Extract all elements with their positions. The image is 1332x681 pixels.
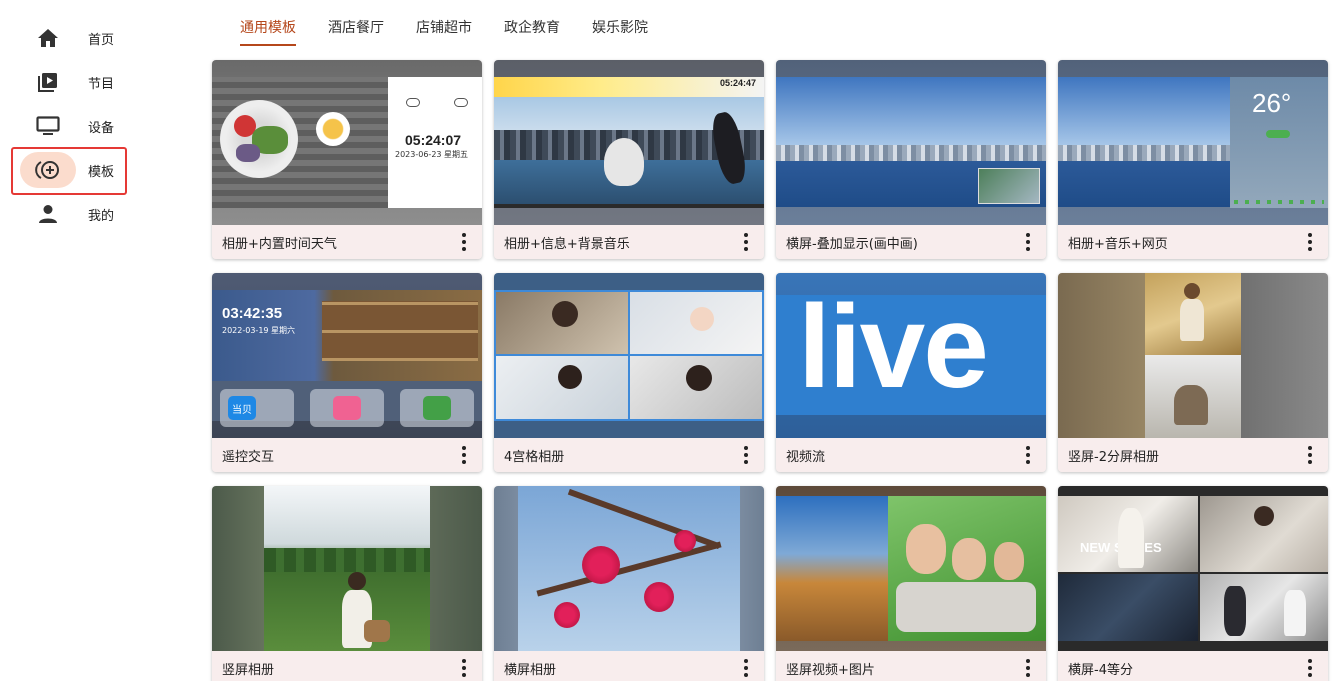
thumbnail-time: 03:42:35 [222, 305, 283, 322]
more-options-icon[interactable] [1020, 445, 1036, 465]
template-title: 横屏-4等分 [1068, 662, 1133, 678]
more-options-icon[interactable] [456, 445, 472, 465]
cloud-icon [406, 98, 420, 107]
template-title: 竖屏相册 [222, 662, 275, 678]
monitor-icon [20, 108, 76, 144]
sidebar-item-label: 模板 [88, 164, 115, 180]
template-title: 竖屏视频+图片 [786, 662, 875, 678]
sidebar-item-label: 节目 [88, 76, 115, 92]
template-card[interactable]: 横屏-叠加显示(画中画) [776, 60, 1046, 259]
template-card[interactable]: 05:24:07 2023-06-23 星期五 相册+内置时间天气 [212, 60, 482, 259]
template-card[interactable]: NEW SERIES 横屏-4等分 [1058, 486, 1328, 681]
template-thumbnail [494, 486, 764, 651]
template-title: 4宫格相册 [504, 449, 565, 465]
cloud-icon [454, 98, 468, 107]
more-options-icon[interactable] [1302, 232, 1318, 252]
template-card[interactable]: 05:24:47 相册+信息+背景音乐 [494, 60, 764, 259]
template-title: 遥控交互 [222, 449, 275, 465]
template-card[interactable]: 竖屏-2分屏相册 [1058, 273, 1328, 472]
tab-government-education[interactable]: 政企教育 [494, 0, 570, 54]
template-card[interactable]: live 视频流 [776, 273, 1046, 472]
more-options-icon[interactable] [738, 445, 754, 465]
more-options-icon[interactable] [738, 658, 754, 678]
template-thumbnail: 03:42:35 2022-03-19 星期六 当贝 [212, 273, 482, 438]
template-thumbnail: 05:24:07 2023-06-23 星期五 [212, 60, 482, 225]
sidebar-item-me[interactable]: 我的 [20, 196, 124, 232]
sidebar-item-programs[interactable]: 节目 [20, 64, 124, 100]
template-thumbnail [776, 486, 1046, 651]
app-tile-bilibili [310, 389, 384, 427]
app-tile-video [400, 389, 474, 427]
template-title: 横屏相册 [504, 662, 557, 678]
more-options-icon[interactable] [738, 232, 754, 252]
more-options-icon[interactable] [456, 658, 472, 678]
sidebar-item-home[interactable]: 首页 [20, 20, 124, 56]
more-options-icon[interactable] [1302, 658, 1318, 678]
more-options-icon[interactable] [1302, 445, 1318, 465]
template-grid: 05:24:07 2023-06-23 星期五 相册+内置时间天气 05:24:… [212, 60, 1330, 681]
sidebar-item-label: 首页 [88, 32, 115, 48]
template-card[interactable]: 竖屏相册 [212, 486, 482, 681]
tab-hotel-restaurant[interactable]: 酒店餐厅 [318, 0, 394, 54]
tab-store-supermarket[interactable]: 店铺超市 [406, 0, 482, 54]
template-thumbnail [776, 60, 1046, 225]
template-card[interactable]: 4宫格相册 [494, 273, 764, 472]
thumbnail-date: 2022-03-19 星期六 [222, 326, 296, 335]
template-thumbnail [212, 486, 482, 651]
person-icon [20, 196, 76, 232]
template-title: 相册+信息+背景音乐 [504, 236, 630, 252]
thumbnail-date: 2023-06-23 星期五 [395, 150, 469, 159]
template-thumbnail: 05:24:47 [494, 60, 764, 225]
template-card[interactable]: 26° 相册+音乐+网页 [1058, 60, 1328, 259]
category-tabs: 通用模板 酒店餐厅 店铺超市 政企教育 娱乐影院 [230, 0, 670, 56]
thumbnail-live-text: live [798, 281, 989, 413]
thumbnail-time: 05:24:07 [405, 132, 462, 148]
template-thumbnail: NEW SERIES [1058, 486, 1328, 651]
app-tile-dangbei: 当贝 [220, 389, 294, 427]
template-card[interactable]: 03:42:35 2022-03-19 星期六 当贝 遥控交互 [212, 273, 482, 472]
template-title: 相册+内置时间天气 [222, 236, 337, 252]
template-title: 视频流 [786, 449, 826, 465]
tab-general[interactable]: 通用模板 [230, 0, 306, 54]
tab-entertainment-cinema[interactable]: 娱乐影院 [582, 0, 658, 54]
more-options-icon[interactable] [456, 232, 472, 252]
thumbnail-time: 05:24:47 [720, 78, 757, 88]
sidebar-item-devices[interactable]: 设备 [20, 108, 124, 144]
template-thumbnail [1058, 273, 1328, 438]
sidebar-item-templates[interactable]: 模板 [20, 152, 124, 188]
template-card[interactable]: 竖屏视频+图片 [776, 486, 1046, 681]
sidebar-item-label: 设备 [88, 120, 115, 136]
more-options-icon[interactable] [1020, 232, 1036, 252]
template-thumbnail: 26° [1058, 60, 1328, 225]
template-title: 横屏-叠加显示(画中画) [786, 236, 918, 252]
more-options-icon[interactable] [1020, 658, 1036, 678]
template-thumbnail [494, 273, 764, 438]
thumbnail-temperature: 26° [1252, 88, 1292, 118]
app-label: 当贝 [228, 396, 256, 420]
template-title: 竖屏-2分屏相册 [1068, 449, 1159, 465]
playlist-icon [20, 64, 76, 100]
sidebar-item-label: 我的 [88, 208, 115, 224]
template-card[interactable]: 横屏相册 [494, 486, 764, 681]
template-thumbnail: live [776, 273, 1046, 438]
home-icon [20, 20, 76, 56]
add-template-icon [20, 152, 76, 188]
sidebar: 首页 节目 设备 模板 我的 [0, 0, 170, 681]
template-title: 相册+音乐+网页 [1068, 236, 1168, 252]
